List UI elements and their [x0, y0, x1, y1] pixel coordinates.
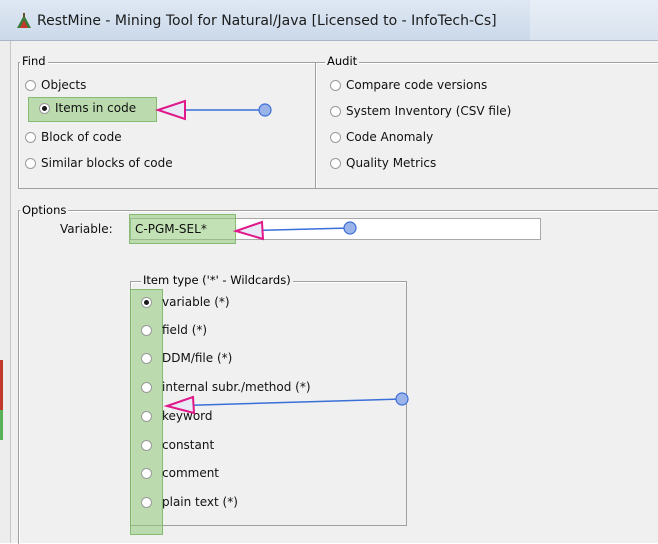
arrowhead-variable [232, 220, 265, 241]
arrowhead-keyword [163, 395, 196, 415]
arrow-handle-keyword [395, 392, 409, 406]
arrow-handle-items-in-code [258, 103, 272, 117]
arrow-handle-variable [343, 221, 357, 235]
arrow-keyword [166, 398, 403, 407]
annotation-arrows [154, 99, 409, 415]
arrowhead-items-in-code [154, 99, 186, 121]
